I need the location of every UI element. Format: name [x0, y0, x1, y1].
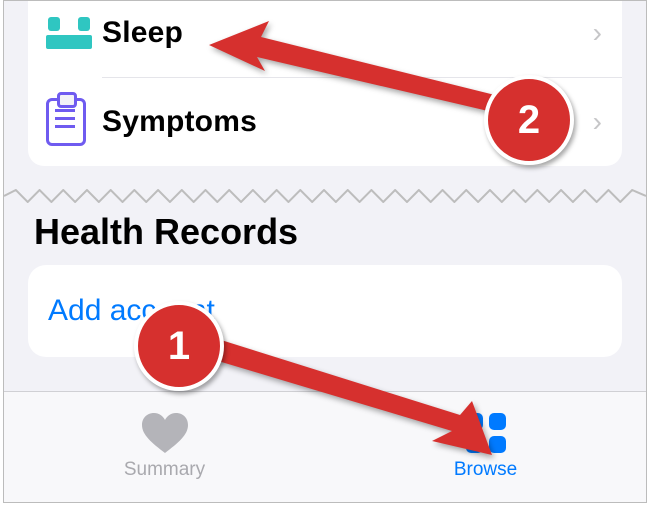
section-title-health-records: Health Records [34, 211, 298, 253]
sleep-icon [46, 17, 92, 49]
tab-label: Browse [454, 459, 517, 481]
screenshot-cut-indicator [4, 189, 646, 203]
symptoms-icon [46, 98, 86, 146]
annotation-badge-1: 1 [134, 301, 224, 391]
chevron-right-icon: › [593, 106, 604, 138]
tab-label: Summary [124, 459, 205, 481]
annotation-badge-2: 2 [484, 75, 574, 165]
app-frame: Sleep › Symptoms › Health Records Add ac… [3, 0, 647, 503]
chevron-right-icon: › [593, 17, 604, 49]
